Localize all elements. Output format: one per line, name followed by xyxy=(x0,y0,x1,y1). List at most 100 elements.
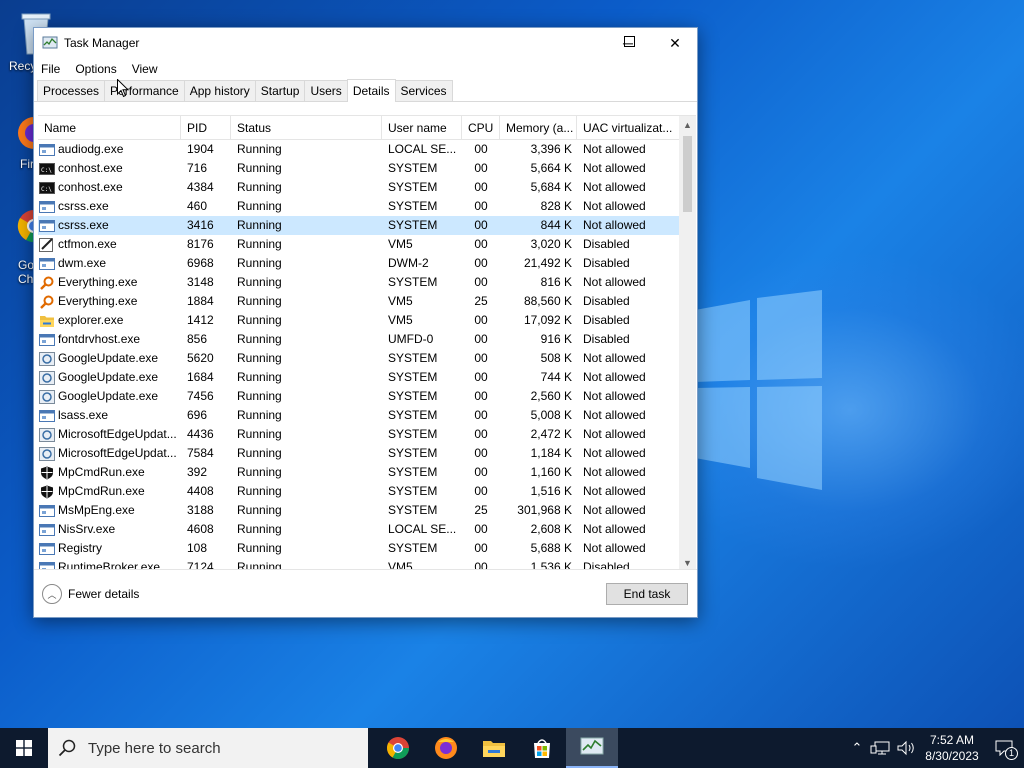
scrollbar-thumb[interactable] xyxy=(683,136,692,212)
window-icon xyxy=(39,200,55,214)
process-user-name: SYSTEM xyxy=(388,465,438,479)
process-memory: 816 K xyxy=(540,275,572,289)
table-row[interactable]: C:\ conhost.exe 716 Running SYSTEM 00 5,664 K N… xyxy=(38,159,696,178)
table-row[interactable]: ctfmon.exe 8176 Running VM5 00 3,020 K Disable… xyxy=(38,235,696,254)
chevron-up-icon[interactable]: ⌃ xyxy=(846,740,868,756)
scroll-down-arrow-icon[interactable]: ▼ xyxy=(679,554,696,570)
column-status[interactable]: Status xyxy=(231,116,382,140)
table-row[interactable]: csrss.exe 3416 Running SYSTEM 00 844 K Not all… xyxy=(38,216,696,235)
tab-processes[interactable]: Processes xyxy=(37,80,106,101)
process-pid: 392 xyxy=(187,465,208,479)
table-row[interactable]: MpCmdRun.exe 4408 Running SYSTEM 00 1,516 K No… xyxy=(38,482,696,501)
process-pid: 8176 xyxy=(187,237,214,251)
fewer-details-link[interactable]: Fewer details xyxy=(68,587,139,601)
pen-icon xyxy=(39,237,55,252)
windows-start-icon xyxy=(16,740,32,756)
process-name-label: GoogleUpdate.exe xyxy=(58,370,159,384)
volume-icon[interactable] xyxy=(896,740,918,756)
process-user-name: DWM-2 xyxy=(388,256,429,270)
column-pid[interactable]: PID xyxy=(181,116,231,140)
table-row[interactable]: C:\ conhost.exe 4384 Running SYSTEM 00 5,684 K… xyxy=(38,178,696,197)
chevron-up-icon[interactable]: ︿ xyxy=(42,584,62,604)
taskbar-firefox[interactable] xyxy=(422,728,470,768)
process-pid: 7584 xyxy=(187,446,214,460)
process-name-label: GoogleUpdate.exe xyxy=(58,351,159,365)
process-user-name: SYSTEM xyxy=(388,218,438,232)
table-row[interactable]: GoogleUpdate.exe 7456 Running SYSTEM 00 2,560… xyxy=(38,387,696,406)
taskbar-file-explorer[interactable] xyxy=(470,728,518,768)
process-status: Running xyxy=(237,465,282,479)
menu-options[interactable]: Options xyxy=(75,62,116,76)
taskbar-task-manager[interactable] xyxy=(566,728,618,768)
table-row[interactable]: explorer.exe 1412 Running VM5 00 17,092 K Disa… xyxy=(38,311,696,330)
column-cpu[interactable]: CPU xyxy=(462,116,500,140)
table-row[interactable]: GoogleUpdate.exe 5620 Running SYSTEM 00 508 K… xyxy=(38,349,696,368)
taskbar-search-box[interactable]: Type here to search xyxy=(48,728,368,768)
process-memory: 2,472 K xyxy=(530,427,572,441)
tab-services[interactable]: Services xyxy=(394,80,453,101)
menu-file[interactable]: File xyxy=(41,62,60,76)
column-uac-virtualization[interactable]: UAC virtualizat... xyxy=(577,116,682,140)
table-row[interactable]: csrss.exe 460 Running SYSTEM 00 828 K Not allo… xyxy=(38,197,696,216)
close-button[interactable]: ✕ xyxy=(652,28,698,58)
process-cpu: 00 xyxy=(474,427,488,441)
system-tray: ⌃ 7:52 AM 8/30/2023 1 xyxy=(846,728,1024,768)
tab-users[interactable]: Users xyxy=(304,80,348,101)
update-icon xyxy=(39,389,55,404)
process-status: Running xyxy=(237,199,282,213)
process-name: MicrosoftEdgeUpdat... xyxy=(38,425,181,444)
process-name-label: audiodg.exe xyxy=(58,142,124,156)
process-user-name: UMFD-0 xyxy=(388,332,434,346)
clock[interactable]: 7:52 AM 8/30/2023 xyxy=(920,732,984,764)
process-name-label: dwm.exe xyxy=(58,256,107,270)
process-memory: 5,008 K xyxy=(530,408,572,422)
table-row[interactable]: MicrosoftEdgeUpdat... 4436 Running SYSTEM 00… xyxy=(38,425,696,444)
table-row[interactable]: fontdrvhost.exe 856 Running UMFD-0 00 916 K Di… xyxy=(38,330,696,349)
table-row[interactable]: MpCmdRun.exe 392 Running SYSTEM 00 1,160 K Not… xyxy=(38,463,696,482)
end-task-button[interactable]: End task xyxy=(606,583,688,605)
tab-app-history[interactable]: App history xyxy=(183,80,256,101)
network-icon[interactable] xyxy=(870,740,892,756)
table-row[interactable]: MicrosoftEdgeUpdat... 7584 Running SYSTEM 00… xyxy=(38,444,696,463)
table-row[interactable]: Everything.exe 3148 Running SYSTEM 00 816 K No… xyxy=(38,273,696,292)
process-status: Running xyxy=(237,218,282,232)
process-user-name: SYSTEM xyxy=(388,199,438,213)
process-name: MicrosoftEdgeUpdat... xyxy=(38,444,181,463)
column-memory[interactable]: Memory (a... xyxy=(500,116,577,140)
action-center-button[interactable]: 1 xyxy=(984,728,1024,768)
table-row[interactable]: Registry 108 Running SYSTEM 00 5,688 K Not all… xyxy=(38,539,696,558)
magnifier-icon xyxy=(39,276,55,290)
firefox-icon xyxy=(435,737,457,759)
table-row[interactable]: MsMpEng.exe 3188 Running SYSTEM 25 301,968 K N… xyxy=(38,501,696,520)
process-name: audiodg.exe xyxy=(38,140,181,159)
tab-startup[interactable]: Startup xyxy=(254,80,306,101)
table-row[interactable]: Everything.exe 1884 Running VM5 25 88,560 K Di… xyxy=(38,292,696,311)
tab-details[interactable]: Details xyxy=(346,79,396,102)
table-row[interactable]: audiodg.exe 1904 Running LOCAL SE... 00 3,396… xyxy=(38,140,696,159)
process-pid: 1684 xyxy=(187,370,214,384)
process-pid: 4436 xyxy=(187,427,214,441)
title-bar[interactable]: Task Manager ─ ✕ xyxy=(34,28,697,58)
process-cpu: 00 xyxy=(474,389,488,403)
process-pid: 6968 xyxy=(187,256,214,270)
table-row[interactable]: lsass.exe 696 Running SYSTEM 00 5,008 K Not al… xyxy=(38,406,696,425)
table-row[interactable]: GoogleUpdate.exe 1684 Running SYSTEM 00 744 K… xyxy=(38,368,696,387)
chrome-icon xyxy=(387,737,409,759)
scroll-up-arrow-icon[interactable]: ▲ xyxy=(679,116,696,133)
column-user-name[interactable]: User name xyxy=(382,116,462,140)
start-button[interactable] xyxy=(0,728,48,768)
vertical-scrollbar[interactable]: ▲ ▼ xyxy=(679,116,696,570)
process-cpu: 00 xyxy=(474,351,488,365)
menu-view[interactable]: View xyxy=(132,62,158,76)
process-pid: 5620 xyxy=(187,351,214,365)
svg-text:C:\: C:\ xyxy=(41,167,52,174)
table-row[interactable]: NisSrv.exe 4608 Running LOCAL SE... 00 2,608 … xyxy=(38,520,696,539)
process-user-name: SYSTEM xyxy=(388,351,438,365)
process-pid: 4408 xyxy=(187,484,214,498)
taskbar-store[interactable] xyxy=(518,728,566,768)
column-name[interactable]: Name xyxy=(38,116,181,140)
process-name: MpCmdRun.exe xyxy=(38,463,181,482)
table-row[interactable]: dwm.exe 6968 Running DWM-2 00 21,492 K Disable… xyxy=(38,254,696,273)
process-user-name: VM5 xyxy=(388,237,413,251)
taskbar-chrome[interactable] xyxy=(374,728,422,768)
